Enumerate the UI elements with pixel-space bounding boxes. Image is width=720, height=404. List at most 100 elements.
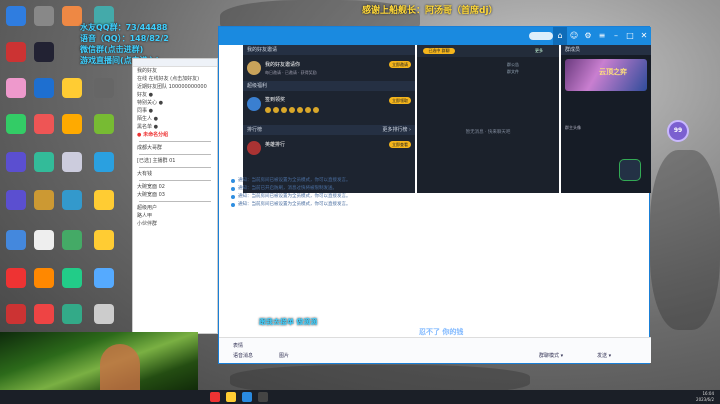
banner-title: 云顶之弈 xyxy=(599,68,627,76)
group-member[interactable]: 大有钱 xyxy=(133,170,217,178)
view-button[interactable]: 立即查看 xyxy=(389,141,411,148)
desktop-icon-folder[interactable] xyxy=(94,230,114,250)
chat-window: ⌂ ☺ ⚙ ≡ – □ ✕ 我的好友邀请 我的好友邀请你 每日邀请 · 已邀请 … xyxy=(218,26,651,364)
group-member[interactable]: 成都大哥群 xyxy=(133,144,217,152)
friend-row[interactable]: 近期好友团队 100000000000 xyxy=(133,83,217,91)
image-button[interactable]: 图片 xyxy=(279,352,289,360)
friend-row[interactable]: 陌生人 ● xyxy=(133,115,217,123)
desktop-icon-app[interactable] xyxy=(34,304,54,324)
send-button[interactable]: 发送 ▾ xyxy=(597,352,611,360)
group-tab[interactable]: 已选中 群聊 xyxy=(423,48,455,54)
desktop-icon-folder[interactable] xyxy=(62,78,82,98)
desktop-icon-app[interactable] xyxy=(94,304,114,324)
taskbar-app-icon[interactable] xyxy=(242,392,252,402)
taskbar-folder-icon[interactable] xyxy=(226,392,236,402)
desktop-icon-app[interactable] xyxy=(62,304,82,324)
mode-select[interactable]: 群聊模式 ▾ xyxy=(539,352,563,360)
friend-row[interactable]: 我的好友 xyxy=(133,67,217,75)
card-title: 英雄排行 xyxy=(265,142,286,148)
avatar xyxy=(247,97,261,111)
friend-row[interactable]: 黑名单 ● xyxy=(133,123,217,131)
desktop-icon-edge[interactable] xyxy=(34,78,54,98)
desktop-icon-steam[interactable] xyxy=(34,42,54,62)
claim-button[interactable]: 立即领取 xyxy=(389,97,411,104)
settings-icon[interactable]: ⚙ xyxy=(581,27,595,45)
desktop-icon-app[interactable] xyxy=(6,268,26,288)
desktop-icon-app[interactable] xyxy=(6,114,26,134)
close-icon[interactable]: ✕ xyxy=(637,27,651,45)
system-clock[interactable]: 16:04 2023/6/2 xyxy=(696,391,714,403)
friend-row[interactable]: 在线 在线好友 (点击加好友) xyxy=(133,75,217,83)
floating-badge: 99 xyxy=(673,127,683,134)
home-icon[interactable]: ⌂ xyxy=(553,27,567,45)
taskbar-app-icon[interactable] xyxy=(210,392,220,402)
member-name: 群主头像 xyxy=(565,125,581,130)
floating-ball[interactable]: 99 xyxy=(667,120,689,142)
voice-button[interactable]: 语音消息 xyxy=(233,352,253,360)
menu-icon[interactable]: ≡ xyxy=(595,27,609,45)
desktop-icon-app[interactable] xyxy=(34,190,54,210)
window-titlebar[interactable]: ⌂ ☺ ⚙ ≡ – □ ✕ xyxy=(219,27,651,45)
more-link[interactable]: 更多排行榜 › xyxy=(382,125,411,135)
group-more[interactable]: 更多 xyxy=(535,48,543,54)
desktop-icon-app[interactable] xyxy=(34,268,54,288)
card-title: 我的好友邀请你 xyxy=(265,62,301,68)
desktop-icon-app[interactable] xyxy=(6,190,26,210)
overlay-text-mid: 忍不了 你的钱 xyxy=(419,328,464,336)
desktop-icon-app[interactable] xyxy=(94,152,114,172)
group-member[interactable]: [已选] 主播群 01 xyxy=(133,157,217,165)
desktop-icon-app[interactable] xyxy=(6,152,26,172)
desktop-icon-app[interactable] xyxy=(34,152,54,172)
desktop-icon-app[interactable] xyxy=(62,268,82,288)
group-header[interactable]: ● 未命名分组 xyxy=(133,131,217,139)
card-header-label: 排行榜 xyxy=(247,127,263,133)
group-files-link[interactable]: 群文件 xyxy=(507,68,519,75)
chat-input-bar[interactable]: 表情 语音消息 图片 群聊模式 ▾ 发送 ▾ xyxy=(219,337,651,363)
taskbar-app-icon[interactable] xyxy=(258,392,268,402)
minimize-icon[interactable]: – xyxy=(609,27,623,45)
group-notice-link[interactable]: 群公告 xyxy=(507,61,519,68)
group-member[interactable]: 路人甲 xyxy=(133,212,217,220)
desktop-icon-app[interactable] xyxy=(6,304,26,324)
group-member[interactable]: 小伙伴群 xyxy=(133,220,217,228)
group-links: 群公告 群文件 xyxy=(507,61,519,75)
group-member[interactable]: 大碗宽面 02 xyxy=(133,183,217,191)
friend-row[interactable]: 特别关心 ● xyxy=(133,99,217,107)
member-header: 群成员 xyxy=(561,45,651,55)
desktop-icon-app[interactable] xyxy=(62,230,82,250)
info-icon xyxy=(231,195,235,199)
promo-panel: 我的好友邀请 我的好友邀请你 每日邀请 · 已邀请 · 获得奖励 立即邀请 超级… xyxy=(243,45,415,193)
desktop-icon-app[interactable] xyxy=(6,230,26,250)
avatar xyxy=(247,141,261,155)
group-panel: 已选中 群聊 更多 群公告 群文件 暂无消息 · 快来聊天吧 xyxy=(417,45,559,193)
emoji-button[interactable]: 表情 xyxy=(233,342,243,350)
info-icon xyxy=(231,179,235,183)
desktop-icon-network[interactable] xyxy=(34,6,54,26)
friend-row[interactable]: 好友 ● xyxy=(133,91,217,99)
user-icon[interactable]: ☺ xyxy=(567,27,581,45)
desktop-icon-app[interactable] xyxy=(6,78,26,98)
desktop-icon-folder[interactable] xyxy=(94,190,114,210)
desktop-icon-app[interactable] xyxy=(94,78,114,98)
desktop-icon-app[interactable] xyxy=(94,268,114,288)
game-banner[interactable]: 云顶之弈 xyxy=(565,59,647,91)
friend-panel-toolbar xyxy=(133,59,217,67)
group-member[interactable]: 大碗宽面 03 xyxy=(133,191,217,199)
desktop-icon-app[interactable] xyxy=(6,42,26,62)
desktop-icon-app[interactable] xyxy=(62,114,82,134)
friend-row[interactable]: 同事 ● xyxy=(133,107,217,115)
group-member[interactable]: 超级用户 xyxy=(133,204,217,212)
desktop-icon-app[interactable] xyxy=(94,114,114,134)
maximize-icon[interactable]: □ xyxy=(623,27,637,45)
desktop-icon-app[interactable] xyxy=(34,230,54,250)
desktop-icon-computer[interactable] xyxy=(6,6,26,26)
desktop-icon-app[interactable] xyxy=(62,152,82,172)
desktop-icon-app[interactable] xyxy=(62,6,82,26)
invite-card: 我的好友邀请你 每日邀请 · 已邀请 · 获得奖励 立即邀请 xyxy=(243,55,415,81)
invite-button[interactable]: 立即邀请 xyxy=(389,61,411,68)
desktop-icon-app[interactable] xyxy=(62,190,82,210)
card-header: 我的好友邀请 xyxy=(243,45,415,55)
titlebar-search-pill[interactable] xyxy=(529,32,553,40)
divider xyxy=(139,154,211,155)
desktop-icon-app[interactable] xyxy=(34,114,54,134)
